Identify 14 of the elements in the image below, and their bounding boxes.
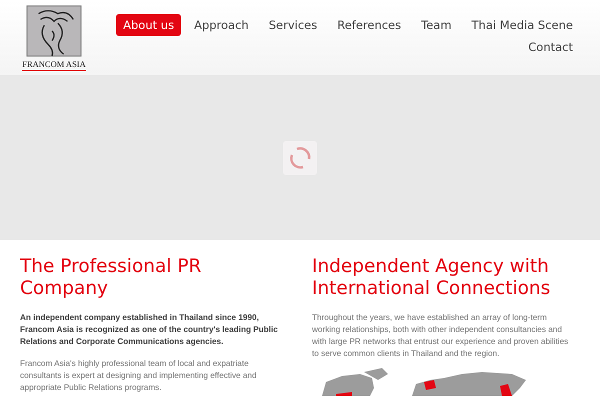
paragraph: Throughout the years, we have established an array of long-term working relationships, both with other independent consultancies and with large PR networks that entrust our experience and proven abilities to serve common clients in Thailand and the region. <box>312 312 570 360</box>
nav-link[interactable]: About us <box>116 14 182 36</box>
nav-link[interactable]: Services <box>262 14 324 36</box>
paragraph: Francom Asia's highly professional team of local and expatriate consultants is expert at designing and implementing effective and appropriate Public Relations programs. <box>20 358 258 394</box>
paragraph: An independent company established in Thailand since 1990, Francom Asia is recognized as one of the country's leading Public Relations and Corporate Communications agencies. <box>20 312 279 348</box>
logo-icon <box>25 4 83 58</box>
nav-link[interactable]: Team <box>414 14 459 36</box>
logo-text: FRANCOM ASIA <box>22 59 86 71</box>
nav-link[interactable]: References <box>330 14 408 36</box>
section-heading: Independent Agency with International Connections <box>312 256 552 300</box>
nav-link[interactable]: Thai Media Scene <box>464 14 580 36</box>
section-heading: The Professional PR Company <box>20 256 202 300</box>
nav-link[interactable]: Contact <box>521 36 580 58</box>
nav-link[interactable]: Approach <box>187 14 256 36</box>
